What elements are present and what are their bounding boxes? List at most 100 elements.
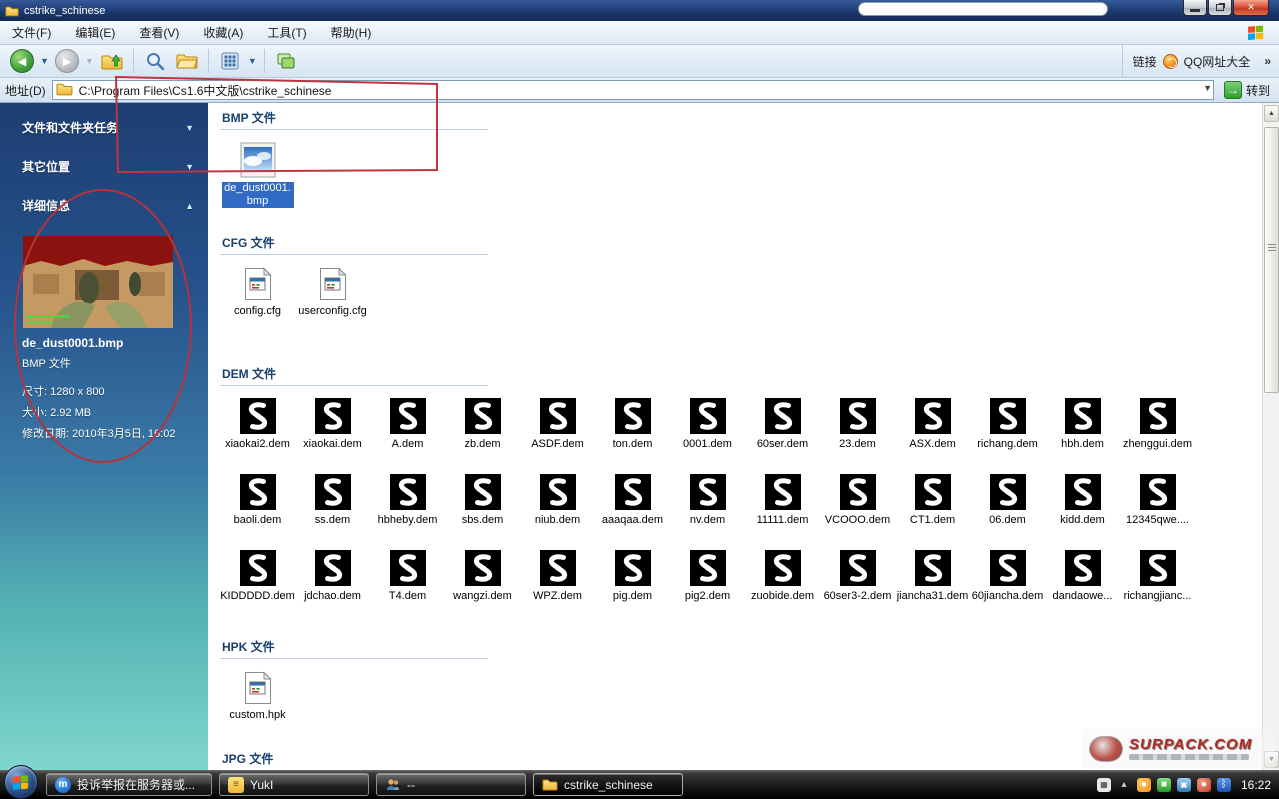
back-dropdown[interactable]: ▼ <box>40 56 49 66</box>
file-item-dem[interactable]: T4.dem <box>370 550 445 626</box>
address-bar: 地址(D) ▼ → 转到 <box>0 78 1279 103</box>
file-item-dem[interactable]: 60ser3-2.dem <box>820 550 895 626</box>
links-overflow-chevron[interactable]: » <box>1264 54 1271 68</box>
file-item-dem[interactable]: jiancha31.dem <box>895 550 970 626</box>
file-item-dem[interactable]: aaaqaa.dem <box>595 474 670 550</box>
file-item-dem[interactable]: 23.dem <box>820 398 895 474</box>
sidebar-section-file-tasks[interactable]: 文件和文件夹任务 ▼ <box>22 119 194 136</box>
file-item-cfg[interactable]: config.cfg <box>220 267 295 333</box>
up-button[interactable] <box>97 47 127 75</box>
file-item-dem[interactable]: zuobide.dem <box>745 550 820 626</box>
restore-button[interactable] <box>1208 0 1232 16</box>
file-item-dem[interactable]: xiaokai.dem <box>295 398 370 474</box>
vertical-scrollbar[interactable]: ▲ ▼ <box>1262 103 1279 770</box>
file-item-dem[interactable]: jdchao.dem <box>295 550 370 626</box>
file-label: A.dem <box>392 438 424 451</box>
clock[interactable]: 16:22 <box>1241 778 1271 792</box>
menu-item[interactable]: 查看(V) <box>127 21 191 44</box>
taskbar-button-im[interactable]: -- <box>376 773 526 796</box>
scrollbar-thumb[interactable] <box>1264 127 1279 393</box>
file-item-dem[interactable]: wangzi.dem <box>445 550 520 626</box>
file-item-dem[interactable]: 11111.dem <box>745 474 820 550</box>
qq-icon[interactable]: ● <box>1137 778 1151 792</box>
file-item-dem[interactable]: dandaowe... <box>1045 550 1120 626</box>
chevron-down-icon[interactable]: ▼ <box>185 123 194 133</box>
menu-item[interactable]: 文件(F) <box>0 21 63 44</box>
sk-demo-file-icon <box>615 474 651 510</box>
menu-item[interactable]: 帮助(H) <box>319 21 384 44</box>
taskbar-button-cstrike-schinese[interactable]: cstrike_schinese <box>533 773 683 796</box>
address-input[interactable] <box>52 80 1214 100</box>
im-icon[interactable]: ■ <box>1157 778 1171 792</box>
file-item-dem[interactable]: ASX.dem <box>895 398 970 474</box>
go-button[interactable]: → 转到 <box>1220 79 1274 101</box>
scroll-up-button[interactable]: ▲ <box>1264 105 1279 122</box>
toolbar: ◀ ▼ ▶ ▼ ▼ <box>0 45 1279 78</box>
file-item-dem[interactable]: WPZ.dem <box>520 550 595 626</box>
security-icon[interactable]: ● <box>1197 778 1211 792</box>
file-item-dem[interactable]: 60jiancha.dem <box>970 550 1045 626</box>
file-item-dem[interactable]: sbs.dem <box>445 474 520 550</box>
file-item-dem[interactable]: ASDF.dem <box>520 398 595 474</box>
links-item-qq[interactable]: QQ网址大全 <box>1184 53 1251 70</box>
minimize-button[interactable] <box>1183 0 1207 16</box>
search-button[interactable] <box>140 47 170 75</box>
start-button[interactable] <box>4 765 38 799</box>
chevron-up-icon[interactable]: ▲ <box>185 201 194 211</box>
menu-item[interactable]: 工具(T) <box>255 21 318 44</box>
file-item-dem[interactable]: nv.dem <box>670 474 745 550</box>
chevron-down-icon[interactable]: ▼ <box>185 162 194 172</box>
file-item-dem[interactable]: KIDDDDD.dem <box>220 550 295 626</box>
file-label: KIDDDDD.dem <box>220 590 295 603</box>
sidebar-section-other-places[interactable]: 其它位置 ▼ <box>22 158 194 175</box>
keyboard-icon[interactable]: ▦ <box>1097 778 1111 792</box>
file-item-de-dust0001-bmp-selected[interactable]: de_dust0001.bmp <box>220 142 295 208</box>
titlebar-search-box[interactable] <box>858 2 1108 16</box>
folder-sync-button[interactable] <box>271 47 301 75</box>
file-item-dem[interactable]: hbheby.dem <box>370 474 445 550</box>
sk-demo-file-icon <box>1140 398 1176 434</box>
folders-button[interactable] <box>172 47 202 75</box>
file-item-dem[interactable]: pig2.dem <box>670 550 745 626</box>
file-item-dem[interactable]: niub.dem <box>520 474 595 550</box>
views-button[interactable] <box>215 47 245 75</box>
bluetooth-icon[interactable]: ᛒ <box>1217 778 1231 792</box>
file-item-dem[interactable]: baoli.dem <box>220 474 295 550</box>
sk-demo-file-icon <box>990 398 1026 434</box>
close-button[interactable]: ✕ <box>1233 0 1269 16</box>
taskbar-button-report[interactable]: m 投诉举报在服务器或... <box>46 773 212 796</box>
file-item-dem[interactable]: zb.dem <box>445 398 520 474</box>
file-item-dem[interactable]: richang.dem <box>970 398 1045 474</box>
file-item-dem[interactable]: kidd.dem <box>1045 474 1120 550</box>
file-item-dem[interactable]: 06.dem <box>970 474 1045 550</box>
network-icon[interactable]: ▣ <box>1177 778 1191 792</box>
file-item-dem[interactable]: A.dem <box>370 398 445 474</box>
file-item-dem[interactable]: 0001.dem <box>670 398 745 474</box>
file-item-hpk[interactable]: custom.hpk <box>220 671 295 722</box>
file-item-dem[interactable]: CT1.dem <box>895 474 970 550</box>
file-item-dem[interactable]: xiaokai2.dem <box>220 398 295 474</box>
file-item-dem[interactable]: richangjianc... <box>1120 550 1195 626</box>
file-item-dem[interactable]: ss.dem <box>295 474 370 550</box>
hidden-icons-button[interactable]: ▴ <box>1117 778 1131 792</box>
forward-dropdown[interactable]: ▼ <box>85 56 94 66</box>
file-item-dem[interactable]: 12345qwe.... <box>1120 474 1195 550</box>
taskbar-button-yuki[interactable]: ≡ YukI <box>219 773 369 796</box>
file-item-dem[interactable]: pig.dem <box>595 550 670 626</box>
file-item-dem[interactable]: ton.dem <box>595 398 670 474</box>
sk-demo-file-icon <box>615 398 651 434</box>
sk-demo-file-icon <box>990 474 1026 510</box>
forward-button[interactable]: ▶ <box>52 47 82 75</box>
back-button[interactable]: ◀ <box>7 47 37 75</box>
file-item-dem[interactable]: zhenggui.dem <box>1120 398 1195 474</box>
address-dropdown-arrow[interactable]: ▼ <box>1203 83 1212 93</box>
menu-item[interactable]: 收藏(A) <box>191 21 255 44</box>
file-item-cfg[interactable]: userconfig.cfg <box>295 267 370 333</box>
views-dropdown[interactable]: ▼ <box>248 56 257 66</box>
file-label: userconfig.cfg <box>298 305 366 318</box>
menu-item[interactable]: 编辑(E) <box>63 21 127 44</box>
file-item-dem[interactable]: hbh.dem <box>1045 398 1120 474</box>
sidebar-section-details[interactable]: 详细信息 ▲ <box>22 197 194 214</box>
file-item-dem[interactable]: 60ser.dem <box>745 398 820 474</box>
file-item-dem[interactable]: VCOOO.dem <box>820 474 895 550</box>
